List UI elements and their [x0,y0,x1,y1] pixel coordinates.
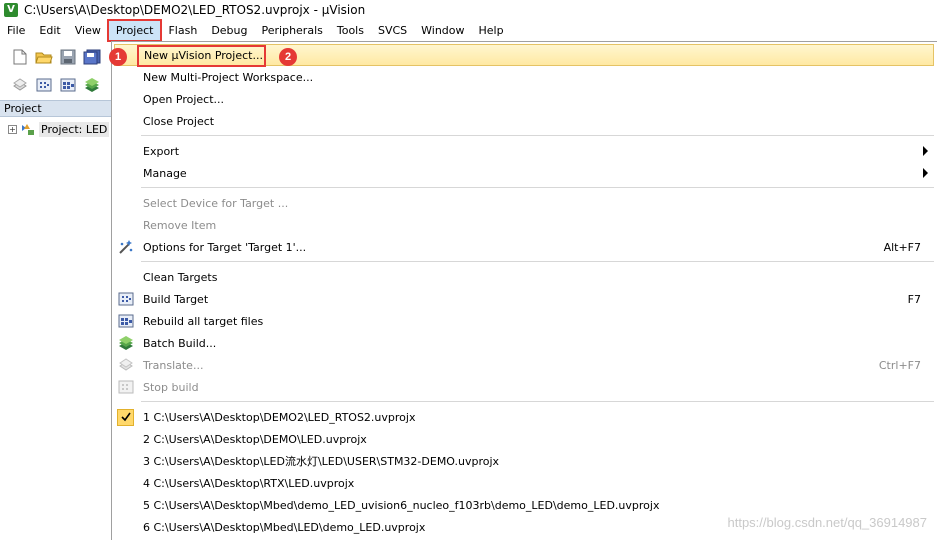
menu-item-close-project[interactable]: Close Project [114,110,934,132]
menu-item-label: Clean Targets [143,270,218,284]
menu-item-label: Export [143,144,180,158]
menu-item-recent-1[interactable]: 1 C:\Users\A\Desktop\DEMO2\LED_RTOS2.uvp… [114,406,934,428]
menu-item-clean-targets[interactable]: Clean Targets [114,266,934,288]
menu-item-label: Close Project [143,114,215,128]
menu-separator [141,401,934,402]
menu-item-export[interactable]: Export [114,140,934,162]
menu-item-label: Manage [143,166,187,180]
menu-item-recent-2[interactable]: 2 C:\Users\A\Desktop\DEMO\LED.uvprojx [114,428,934,450]
menu-item-batch-build[interactable]: Batch Build... [114,332,934,354]
rebuild-icon[interactable] [58,75,78,95]
translate-icon[interactable] [10,75,30,95]
menu-item-remove-item: Remove Item [114,214,934,236]
title-bar: V C:\Users\A\Desktop\DEMO2\LED_RTOS2.uvp… [0,0,937,19]
project-icon [22,123,34,135]
tree-label: Project: LED [39,122,110,137]
watermark: https://blog.csdn.net/qq_36914987 [727,515,928,530]
build-icon [117,291,134,307]
batch-build-icon [117,335,134,351]
annotation-highlight-box [137,45,266,67]
menu-svcs[interactable]: SVCS [371,20,414,41]
menu-separator [141,187,934,188]
menu-item-label: 4 C:\Users\A\Desktop\RTX\LED.uvprojx [143,476,355,490]
build-toolbar [0,71,112,99]
menu-shortcut: F7 [907,292,921,306]
menu-separator [141,135,934,136]
menu-item-recent-3[interactable]: 3 C:\Users\A\Desktop\LED流水灯\LED\USER\STM… [114,450,934,472]
menu-item-label: Open Project... [143,92,225,106]
menu-item-label: 1 C:\Users\A\Desktop\DEMO2\LED_RTOS2.uvp… [143,410,416,424]
checkmark-icon [117,408,134,426]
menu-shortcut: Ctrl+F7 [878,358,921,372]
menu-item-label: Translate... [143,358,204,372]
menu-project[interactable]: Project [106,19,163,42]
menu-item-label: Remove Item [143,218,217,232]
batch-build-icon[interactable] [82,75,102,95]
menu-item-new-multi-project-workspace[interactable]: New Multi-Project Workspace... [114,66,934,88]
build-icon[interactable] [34,75,54,95]
menu-help[interactable]: Help [472,20,511,41]
stop-build-icon [117,379,134,395]
menu-shortcut: Alt+F7 [883,240,921,254]
menu-item-label: 5 C:\Users\A\Desktop\Mbed\demo_LED_uvisi… [143,498,660,512]
menu-item-label: Select Device for Target ... [143,196,289,210]
project-tree: + Project: LED [0,117,112,540]
menu-item-build-target[interactable]: Build Target F7 [114,288,934,310]
new-file-icon[interactable] [10,47,30,67]
project-menu-dropdown: New µVision Project... New Multi-Project… [111,41,937,540]
menu-item-open-project[interactable]: Open Project... [114,88,934,110]
submenu-arrow-icon [923,168,928,178]
menu-item-stop-build: Stop build [114,376,934,398]
menu-edit[interactable]: Edit [32,20,67,41]
rebuild-icon [117,313,134,329]
menu-item-rebuild-all[interactable]: Rebuild all target files [114,310,934,332]
step-badge-1: 1 [109,48,127,66]
menu-item-label: Batch Build... [143,336,217,350]
save-all-icon[interactable] [82,47,102,67]
menu-separator [141,261,934,262]
menu-item-label: Rebuild all target files [143,314,264,328]
menu-item-options-for-target[interactable]: Options for Target 'Target 1'... Alt+F7 [114,236,934,258]
submenu-arrow-icon [923,146,928,156]
file-toolbar [0,43,112,71]
window-title: C:\Users\A\Desktop\DEMO2\LED_RTOS2.uvpro… [24,2,366,17]
options-wand-icon [117,239,134,255]
menu-item-select-device: Select Device for Target ... [114,192,934,214]
open-folder-icon[interactable] [34,47,54,67]
menu-tools[interactable]: Tools [330,20,371,41]
menu-debug[interactable]: Debug [204,20,254,41]
menu-peripherals[interactable]: Peripherals [255,20,330,41]
menu-file[interactable]: File [0,20,32,41]
menu-item-recent-4[interactable]: 4 C:\Users\A\Desktop\RTX\LED.uvprojx [114,472,934,494]
menu-item-manage[interactable]: Manage [114,162,934,184]
translate-icon [117,357,134,373]
menu-item-label: Stop build [143,380,199,394]
menu-item-label: 2 C:\Users\A\Desktop\DEMO\LED.uvprojx [143,432,367,446]
menu-item-label: 3 C:\Users\A\Desktop\LED流水灯\LED\USER\STM… [143,455,500,468]
menu-item-label: Options for Target 'Target 1'... [143,240,307,254]
expand-icon[interactable]: + [8,125,17,134]
menu-item-label: New Multi-Project Workspace... [143,70,314,84]
menu-flash[interactable]: Flash [161,20,204,41]
menu-view[interactable]: View [68,20,108,41]
tree-item-project[interactable]: + Project: LED [8,122,110,137]
menu-item-label: 6 C:\Users\A\Desktop\Mbed\LED\demo_LED.u… [143,520,426,534]
step-badge-2: 2 [279,48,297,66]
menu-item-label: Build Target [143,292,209,306]
uvision-logo-icon: V [4,2,18,17]
menu-item-translate: Translate... Ctrl+F7 [114,354,934,376]
menu-item-recent-5[interactable]: 5 C:\Users\A\Desktop\Mbed\demo_LED_uvisi… [114,494,934,516]
menu-window[interactable]: Window [414,20,471,41]
project-panel-header: Project [0,100,112,117]
menu-bar: File Edit View Project Flash Debug Perip… [0,19,937,42]
save-icon[interactable] [58,47,78,67]
